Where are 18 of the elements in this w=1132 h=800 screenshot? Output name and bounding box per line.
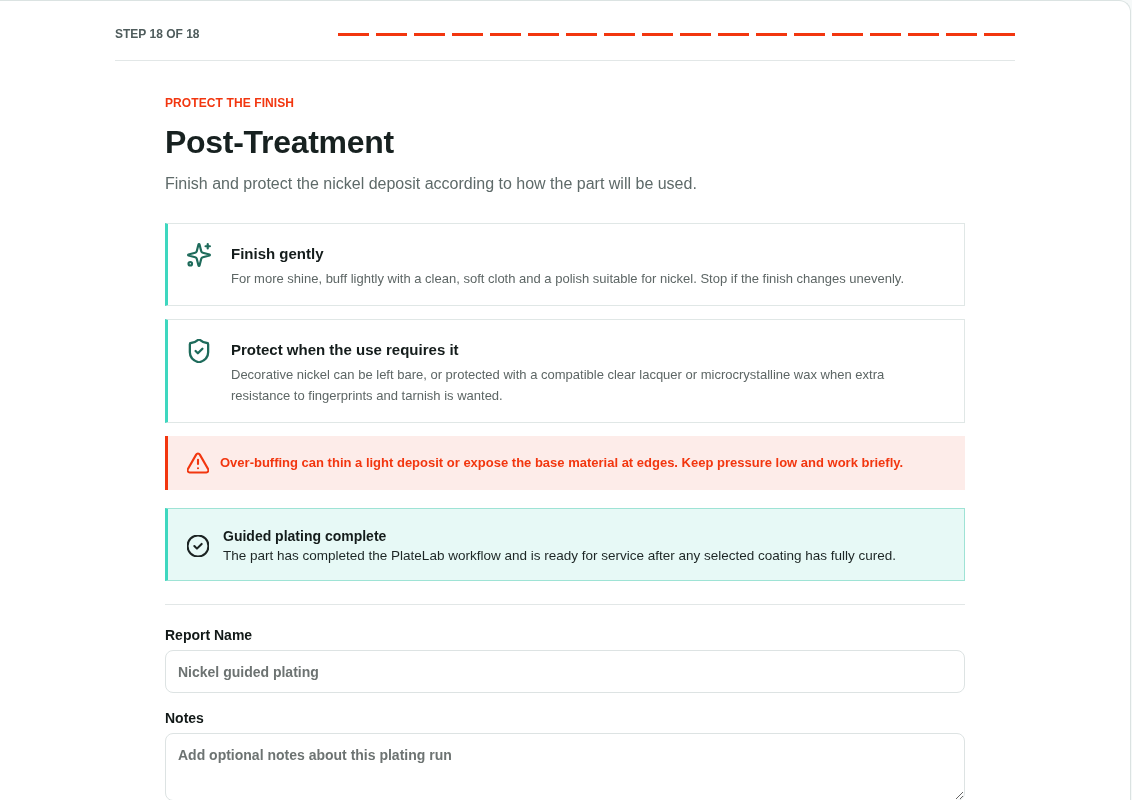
tip-text: For more shine, buff lightly with a clean, soft cloth and a polish suitable for nickel. Stop if the finish changes unevenly. bbox=[231, 270, 904, 288]
section-eyebrow: PROTECT THE FINISH bbox=[165, 95, 296, 111]
completion-text: The part has completed the PlateLab workflow and is ready for service after any selected coating has fully cured. bbox=[223, 547, 897, 565]
field-label: Notes bbox=[165, 709, 205, 728]
page-subtitle: Finish and protect the nickel deposit according to how the part will be used. bbox=[165, 174, 698, 194]
tip-text: Decorative nickel can be left bare, or protected with a compatible clear lacquer or microcrystalline wax when extra resistance to fingerprints and tarnish is wanted. bbox=[231, 366, 886, 405]
text-field[interactable]: Nickel guided plating bbox=[165, 650, 965, 693]
shield-check-icon bbox=[187, 339, 211, 363]
notes-field[interactable]: Add optional notes about this plating run bbox=[165, 733, 965, 800]
tip-title: Protect when the use requires it bbox=[231, 340, 460, 360]
warning-icon bbox=[187, 452, 209, 474]
warning-text: Over-buffing can thin a light deposit or expose the base material at edges. Keep pressure low and work briefly. bbox=[220, 454, 904, 472]
page-title: Post-Treatment bbox=[165, 123, 395, 162]
step-counter: STEP 18 OF 18 bbox=[115, 26, 200, 43]
completion-title: Guided plating complete bbox=[223, 527, 388, 546]
tip-title: Finish gently bbox=[231, 244, 325, 264]
sparkle-icon bbox=[187, 243, 211, 267]
field-label: Report Name bbox=[165, 626, 254, 645]
